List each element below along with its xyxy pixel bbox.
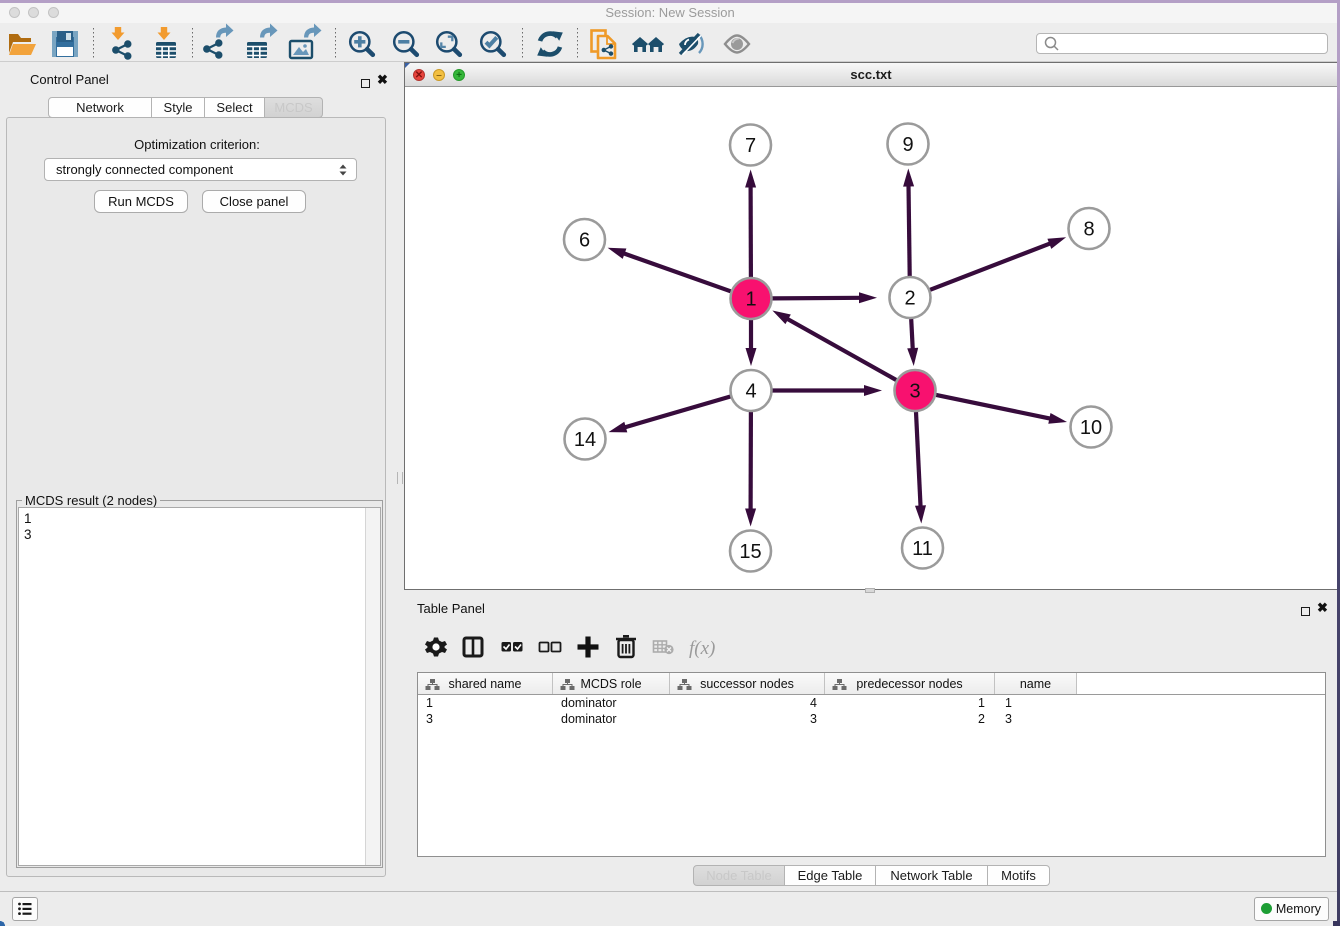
svg-text:14: 14 <box>574 429 596 451</box>
svg-text:11: 11 <box>912 538 933 560</box>
svg-text:9: 9 <box>902 134 913 156</box>
svg-text:8: 8 <box>1083 219 1094 241</box>
svg-text:1: 1 <box>745 289 756 311</box>
svg-text:2: 2 <box>904 288 915 310</box>
svg-text:4: 4 <box>745 381 756 403</box>
svg-text:7: 7 <box>745 135 756 157</box>
svg-text:3: 3 <box>909 381 920 403</box>
svg-text:6: 6 <box>579 230 590 252</box>
svg-text:15: 15 <box>739 541 761 563</box>
svg-text:10: 10 <box>1080 417 1102 439</box>
svg-text:f(x): f(x) <box>689 638 715 659</box>
